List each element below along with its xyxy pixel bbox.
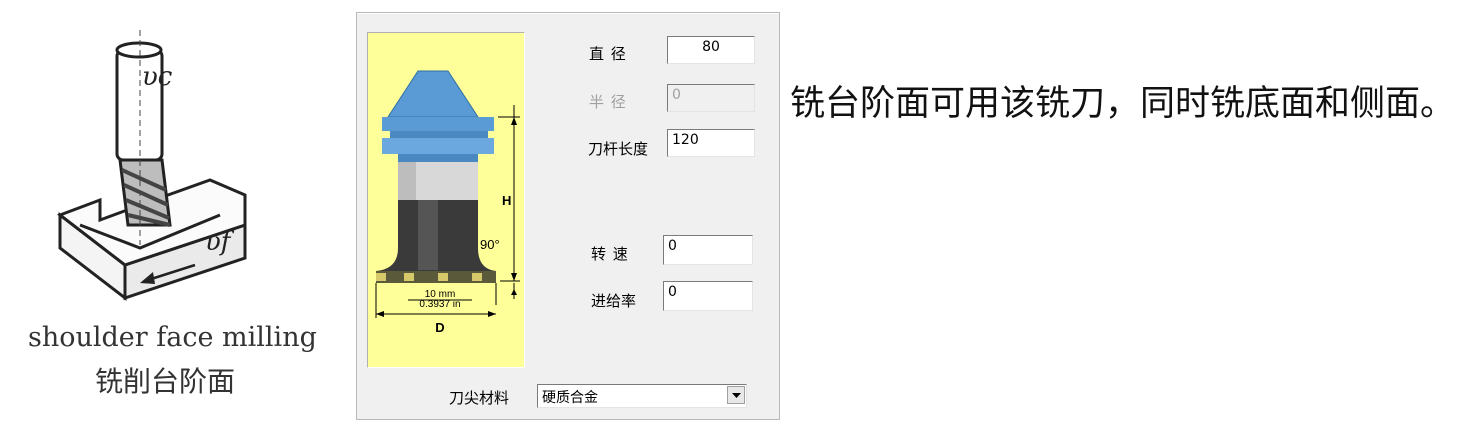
speed-input[interactable]: 0 xyxy=(663,235,753,265)
radius-label: 半 径 xyxy=(589,93,627,111)
caption-english: shoulder face milling xyxy=(28,322,317,353)
diameter-input[interactable]: 80 xyxy=(667,36,755,64)
dimension-h-label: H xyxy=(502,193,511,208)
shank-length-input[interactable]: 120 xyxy=(667,129,755,157)
angle-label: 90° xyxy=(480,237,500,252)
tool-parameters-dialog: H 90° 10 mm 0.3937 in D 直 径 80 半 径 0 刀杆长… xyxy=(356,12,780,420)
face-mill-diagram: H 90° 10 mm 0.3937 in D xyxy=(375,70,520,335)
dropdown-button[interactable] xyxy=(727,386,745,404)
speed-label: 转 速 xyxy=(591,245,629,263)
feed-rate-input[interactable]: 0 xyxy=(663,281,753,311)
shoulder-milling-sketch: υc υf xyxy=(56,30,247,302)
radius-input[interactable]: 0 xyxy=(667,84,755,112)
dimension-d-label: D xyxy=(435,320,444,335)
tool-preview-panel: H 90° 10 mm 0.3937 in D xyxy=(367,32,525,368)
vf-label: υf xyxy=(205,227,235,257)
description-text: 铣台阶面可用该铣刀，同时铣底面和侧面。 xyxy=(790,84,1456,124)
feed-rate-label: 进给率 xyxy=(591,292,637,310)
caption-chinese: 铣削台阶面 xyxy=(95,365,236,398)
tip-material-value: 硬质合金 xyxy=(542,390,598,406)
shank-length-label: 刀杆长度 xyxy=(588,140,649,158)
vc-label: υc xyxy=(142,62,173,92)
tip-material-select[interactable]: 硬质合金 xyxy=(537,384,747,408)
tip-material-label: 刀尖材料 xyxy=(449,389,510,407)
inch-label: 0.3937 in xyxy=(419,299,460,310)
diameter-label: 直 径 xyxy=(589,45,627,63)
chevron-down-icon xyxy=(732,393,741,398)
